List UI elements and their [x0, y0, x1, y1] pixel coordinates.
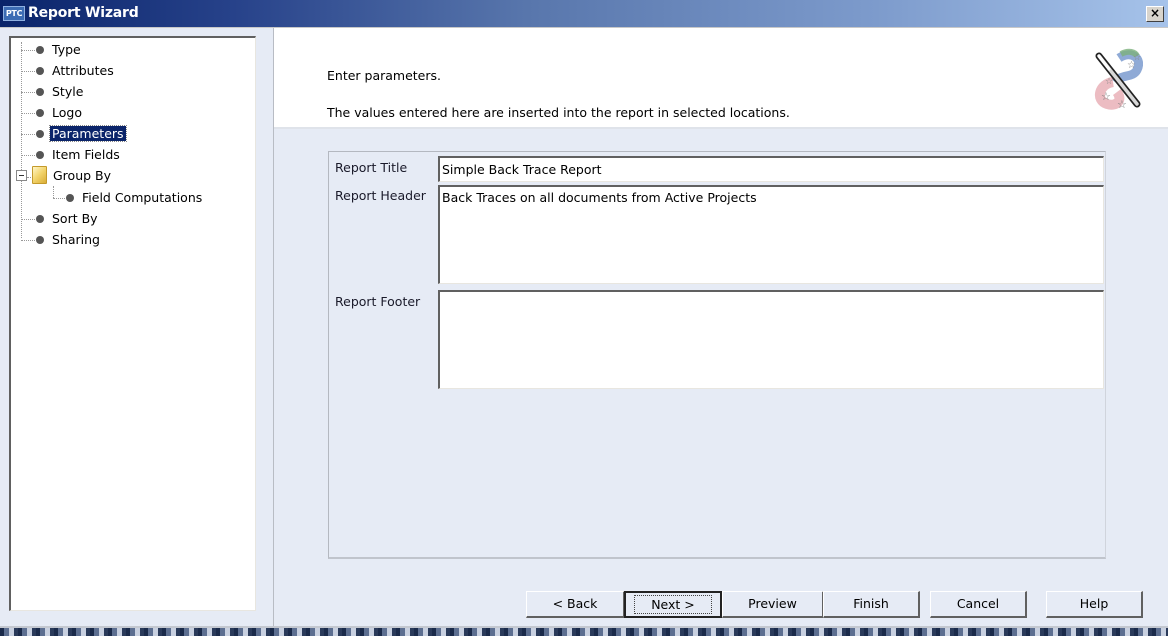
step-description: The values entered here are inserted int… — [327, 105, 790, 120]
report-title-input[interactable] — [438, 156, 1104, 182]
tree-connector — [21, 50, 35, 51]
tree-item-item-fields[interactable]: Item Fields — [36, 145, 122, 165]
tree-item-sharing[interactable]: Sharing — [36, 230, 102, 250]
bullet-icon — [36, 129, 44, 138]
parameters-form: Report Title Report Header Back Traces o… — [328, 151, 1106, 559]
wizard-content-panel: Enter parameters. The values entered her… — [273, 28, 1168, 628]
window-title: Report Wizard — [28, 5, 139, 21]
bullet-icon — [66, 193, 74, 202]
tree-item-logo[interactable]: Logo — [36, 103, 84, 123]
bullet-icon — [36, 108, 44, 117]
ptc-logo-icon: PTC — [3, 6, 25, 21]
next-button[interactable]: Next > — [624, 591, 722, 618]
bullet-icon — [36, 87, 44, 96]
tree-connector — [21, 219, 35, 220]
report-title-label: Report Title — [335, 160, 408, 175]
tree-connector — [53, 186, 54, 198]
background-strip — [0, 628, 1168, 636]
bullet-icon — [36, 235, 44, 244]
tree-connector — [21, 134, 35, 135]
finish-button[interactable]: Finish — [823, 591, 920, 618]
step-header: Enter parameters. The values entered her… — [274, 28, 1168, 129]
svg-text:☆: ☆ — [1105, 77, 1113, 87]
svg-text:☆: ☆ — [1117, 98, 1127, 110]
tree-connector — [21, 240, 35, 241]
bullet-icon — [36, 150, 44, 159]
tree-item-group-by[interactable]: Group By — [51, 166, 113, 186]
tree-item-style[interactable]: Style — [36, 82, 85, 102]
tree-item-attributes[interactable]: Attributes — [36, 61, 116, 81]
bullet-icon — [36, 45, 44, 54]
report-header-label: Report Header — [335, 188, 426, 203]
tree-item-type[interactable]: Type — [36, 40, 83, 60]
tree-connector — [21, 113, 35, 114]
tree-item-parameters[interactable]: Parameters — [36, 124, 127, 144]
tree-connector — [21, 71, 35, 72]
folder-icon — [32, 166, 47, 184]
help-button[interactable]: Help — [1046, 591, 1143, 618]
tree-connector — [21, 155, 35, 156]
preview-button[interactable]: Preview — [722, 591, 824, 618]
report-header-input[interactable]: Back Traces on all documents from Active… — [438, 185, 1104, 284]
report-footer-label: Report Footer — [335, 294, 421, 309]
collapse-toggle-icon[interactable] — [16, 170, 27, 181]
tree-connector — [21, 92, 35, 93]
step-instruction: Enter parameters. — [327, 68, 442, 83]
wizard-steps-tree: Type Attributes Style Logo Parameters It… — [9, 36, 256, 611]
back-button[interactable]: < Back — [526, 591, 625, 618]
report-footer-input[interactable] — [438, 290, 1104, 389]
tree-item-field-computations[interactable]: Field Computations — [66, 188, 204, 208]
bullet-icon — [36, 214, 44, 223]
tree-item-sort-by[interactable]: Sort By — [36, 209, 100, 229]
title-bar: PTC Report Wizard × — [0, 0, 1168, 28]
svg-text:☆: ☆ — [1133, 53, 1141, 63]
bullet-icon — [36, 66, 44, 75]
cancel-button[interactable]: Cancel — [930, 591, 1027, 618]
close-button[interactable]: × — [1146, 6, 1164, 22]
magic-wand-icon: ☆ ☆ ☆ ☆ ☆ — [1094, 48, 1143, 110]
tree-connector — [53, 198, 65, 199]
svg-text:☆: ☆ — [1101, 90, 1111, 103]
